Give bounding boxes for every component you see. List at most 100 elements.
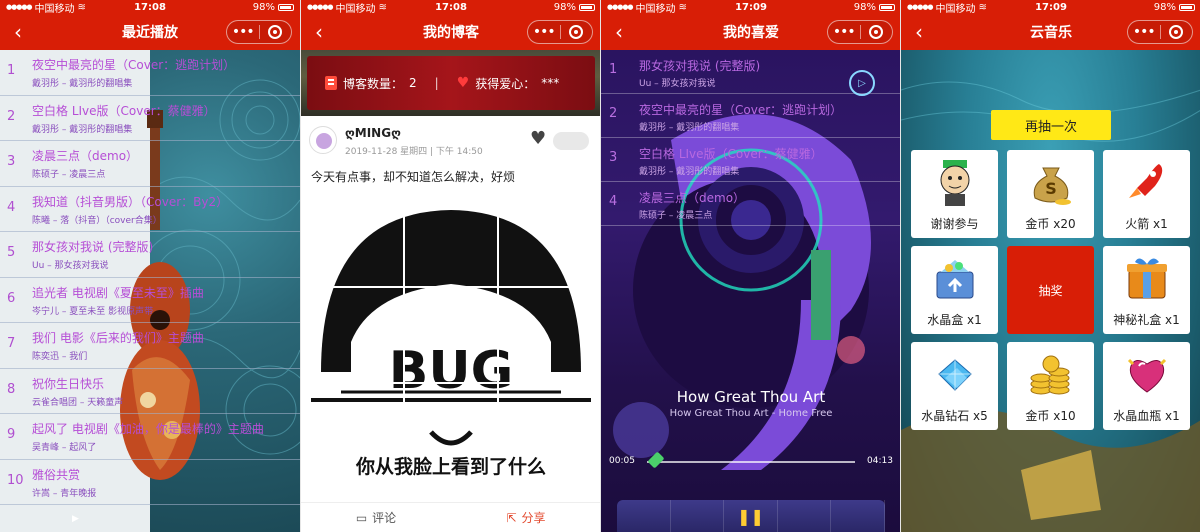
blog-post-card[interactable]: ღMINGღ 2019-11-28 星期四 | 下午 14:50 ♥ 今天有点事… [301,116,600,502]
song-row[interactable]: 3 空白格 LIve版（Cover：蔡健雅） 戴羽彤 – 戴羽彤的翻唱集 [601,138,900,182]
song-info: 祝你生日快乐 云雀合唱团 – 天籁童声 [32,369,123,414]
recent-play-body: 1 夜空中最亮的星（Cover：逃跑计划） 戴羽彤 – 戴羽彤的翻唱集 2 空白格 LI… [0,50,300,532]
more-icon[interactable]: ••• [1128,22,1160,42]
song-artist-album: 戴羽彤 – 戴羽彤的翻唱集 [32,124,133,135]
status-bar: ●●●●● 中国移动 ≋ 17:09 98% [601,0,900,15]
status-time: 17:08 [134,1,166,13]
prize-cell: 水晶盒 x1 [911,246,998,334]
song-title: 夜空中最亮的星（Cover：逃跑计划） [639,103,843,117]
song-title: 追光者 电视剧《夏至未至》插曲 [32,285,204,300]
song-number: 3 [609,150,618,165]
blog-icon [325,76,337,90]
song-row[interactable]: 2 夜空中最亮的星（Cover：逃跑计划） 戴羽彤 – 戴羽彤的翻唱集 [601,94,900,138]
song-row[interactable]: 1 夜空中最亮的星（Cover：逃跑计划） 戴羽彤 – 戴羽彤的翻唱集 [0,50,300,96]
song-number: 7 [7,336,16,351]
nav-bar: ‹ 我的博客 ••• [301,14,600,50]
song-list: 1 夜空中最亮的星（Cover：逃跑计划） 戴羽彤 – 戴羽彤的翻唱集 2 空白格 LI… [0,50,300,505]
close-button[interactable] [560,25,592,39]
crystal-heart-icon [1103,348,1190,400]
back-icon[interactable]: ‹ [909,20,929,44]
prize-cell: 火箭 x1 [1103,150,1190,238]
prize-label: 水晶盒 x1 [927,313,982,327]
song-row[interactable]: 6 追光者 电视剧《夏至未至》插曲 岑宁儿 – 夏至未至 影视原声带 [0,278,300,323]
share-icon: ⇱ [506,510,517,525]
song-info: 我们 电影《后来的我们》主题曲 陈奕迅 – 我们 [32,323,204,368]
nav-bar: ‹ 云音乐 ••• [901,14,1200,50]
song-number: 4 [609,194,618,209]
song-row[interactable]: 4 凌晨三点（demo） 陈硕子 – 凌晨三点 [601,182,900,226]
mini-program-capsule: ••• [527,20,593,44]
song-row[interactable]: 10 雅俗共赏 许嵩 – 青年晚报 [0,460,300,505]
song-title: 祝你生日快乐 [32,376,105,391]
svg-text:S: S [1045,179,1057,198]
song-row[interactable]: 3 凌晨三点（demo） 陈硕子 – 凌晨三点 [0,141,300,187]
song-row[interactable]: 7 我们 电影《后来的我们》主题曲 陈奕迅 – 我们 [0,323,300,369]
song-row[interactable]: 9 起风了 电视剧《加油，你是最棒的》主题曲 吴青峰 – 起风了 [0,414,300,460]
close-button[interactable] [259,25,291,39]
panel-my-blog: ●●●●● 中国移动 ≋ 17:08 98% ‹ 我的博客 ••• 博客数量： 2 |… [300,0,600,532]
avatar[interactable] [309,126,337,154]
page-title: 我的博客 [423,25,479,41]
list-button[interactable] [831,500,885,532]
rocket-icon [1103,156,1190,208]
song-artist-album: 陈硕子 – 凌晨三点 [32,170,106,180]
share-button[interactable]: ⇱ 分享 [451,509,600,526]
money-bag-icon: S [1007,156,1094,208]
song-row[interactable]: 8 祝你生日快乐 云雀合唱团 – 天籁童声 [0,369,300,414]
comment-button[interactable]: ▭ 评论 [301,509,451,526]
song-number: 2 [7,108,16,124]
back-icon[interactable]: ‹ [8,20,28,44]
next-button[interactable] [778,500,832,532]
blog-count: 2 [409,76,417,90]
crystal-diamond-icon [911,348,998,400]
post-time: 2019-11-28 星期四 | 下午 14:50 [345,147,483,157]
prize-label: 金币 x10 [1025,409,1076,423]
song-artist-album: 陈曦 – 落（抖音）（cover合集） [32,215,162,226]
song-number: 5 [7,245,16,260]
status-bar: ●●●●● 中国移动 ≋ 17:08 98% [301,0,600,15]
back-icon[interactable]: ‹ [309,20,329,44]
mode-button[interactable] [617,500,671,532]
song-row[interactable]: 2 空白格 LIve版（Cover：蔡健雅） 戴羽彤 – 戴羽彤的翻唱集 [0,96,300,141]
song-row[interactable]: 5 那女孩对我说 (完整版) Uu – 那女孩对我说 [0,232,300,278]
more-icon[interactable]: ••• [528,22,560,42]
page-title: 最近播放 [122,25,178,41]
like-heart-icon[interactable]: ♥ [530,128,546,149]
love-value: *** [541,76,560,90]
prev-button[interactable] [671,500,725,532]
now-playing-subtitle: How Great Thou Art - Home Free [669,408,833,419]
song-title: 夜空中最亮的星（Cover：逃跑计划） [32,58,236,72]
more-icon[interactable]: ••• [828,22,860,42]
comment-icon: ▭ [355,510,368,525]
song-title: 那女孩对我说 (完整版) [639,59,761,73]
song-title: 凌晨三点（demo） [639,191,746,205]
playlist-icon[interactable]: ▷ [849,70,875,96]
song-artist-album: 陈奕迅 – 我们 [32,352,88,362]
close-button[interactable] [860,25,892,39]
play-icon[interactable]: ▶ [72,514,79,524]
close-button[interactable] [1160,25,1192,39]
draw-lottery-label: 抽奖 [1038,283,1063,298]
meme-image[interactable]: BUG [311,192,591,484]
song-number: 8 [7,381,16,397]
mini-program-capsule: ••• [226,20,292,44]
song-info: 夜空中最亮的星（Cover：逃跑计划） 戴羽彤 – 戴羽彤的翻唱集 [639,94,842,137]
song-info: 追光者 电视剧《夏至未至》插曲岑宁儿 – 夏至未至 影视原声带 [32,278,204,323]
back-icon[interactable]: ‹ [609,20,629,44]
gold-coins-icon [1007,348,1094,400]
song-artist-album: 许嵩 – 青年晚报 [32,488,97,499]
pause-button[interactable]: ❚❚ [724,500,778,532]
lottery-body: 再抽一次 谢谢参与 S 金币 x20 火箭 x1 水晶盒 x1 抽奖 神秘礼盒 x1 水晶钻石… [901,50,1200,532]
song-artist-album: 岑宁儿 – 夏至未至 影视原声带 [32,306,154,317]
progress-bar[interactable] [647,461,855,463]
status-bar: ●●●●● 中国移动 ≋ 17:08 98% [0,0,300,15]
close-icon [869,25,884,39]
draw-lottery-button[interactable]: 抽奖 [1007,246,1094,334]
prize-label: 金币 x20 [1025,217,1076,231]
redraw-button[interactable]: 再抽一次 [991,110,1111,140]
more-icon[interactable]: ••• [227,22,259,42]
song-row[interactable]: 4 我知道（抖音男版）（Cover：By2） 陈曦 – 落（抖音）（cover合集） [0,187,300,232]
song-info: 空白格 LIve版（Cover：蔡健雅） 戴羽彤 – 戴羽彤的翻唱集 [32,96,216,141]
song-artist-album: 戴羽彤 – 戴羽彤的翻唱集 [639,167,740,177]
song-artist-album: 戴羽彤 – 戴羽彤的翻唱集 [32,79,133,89]
